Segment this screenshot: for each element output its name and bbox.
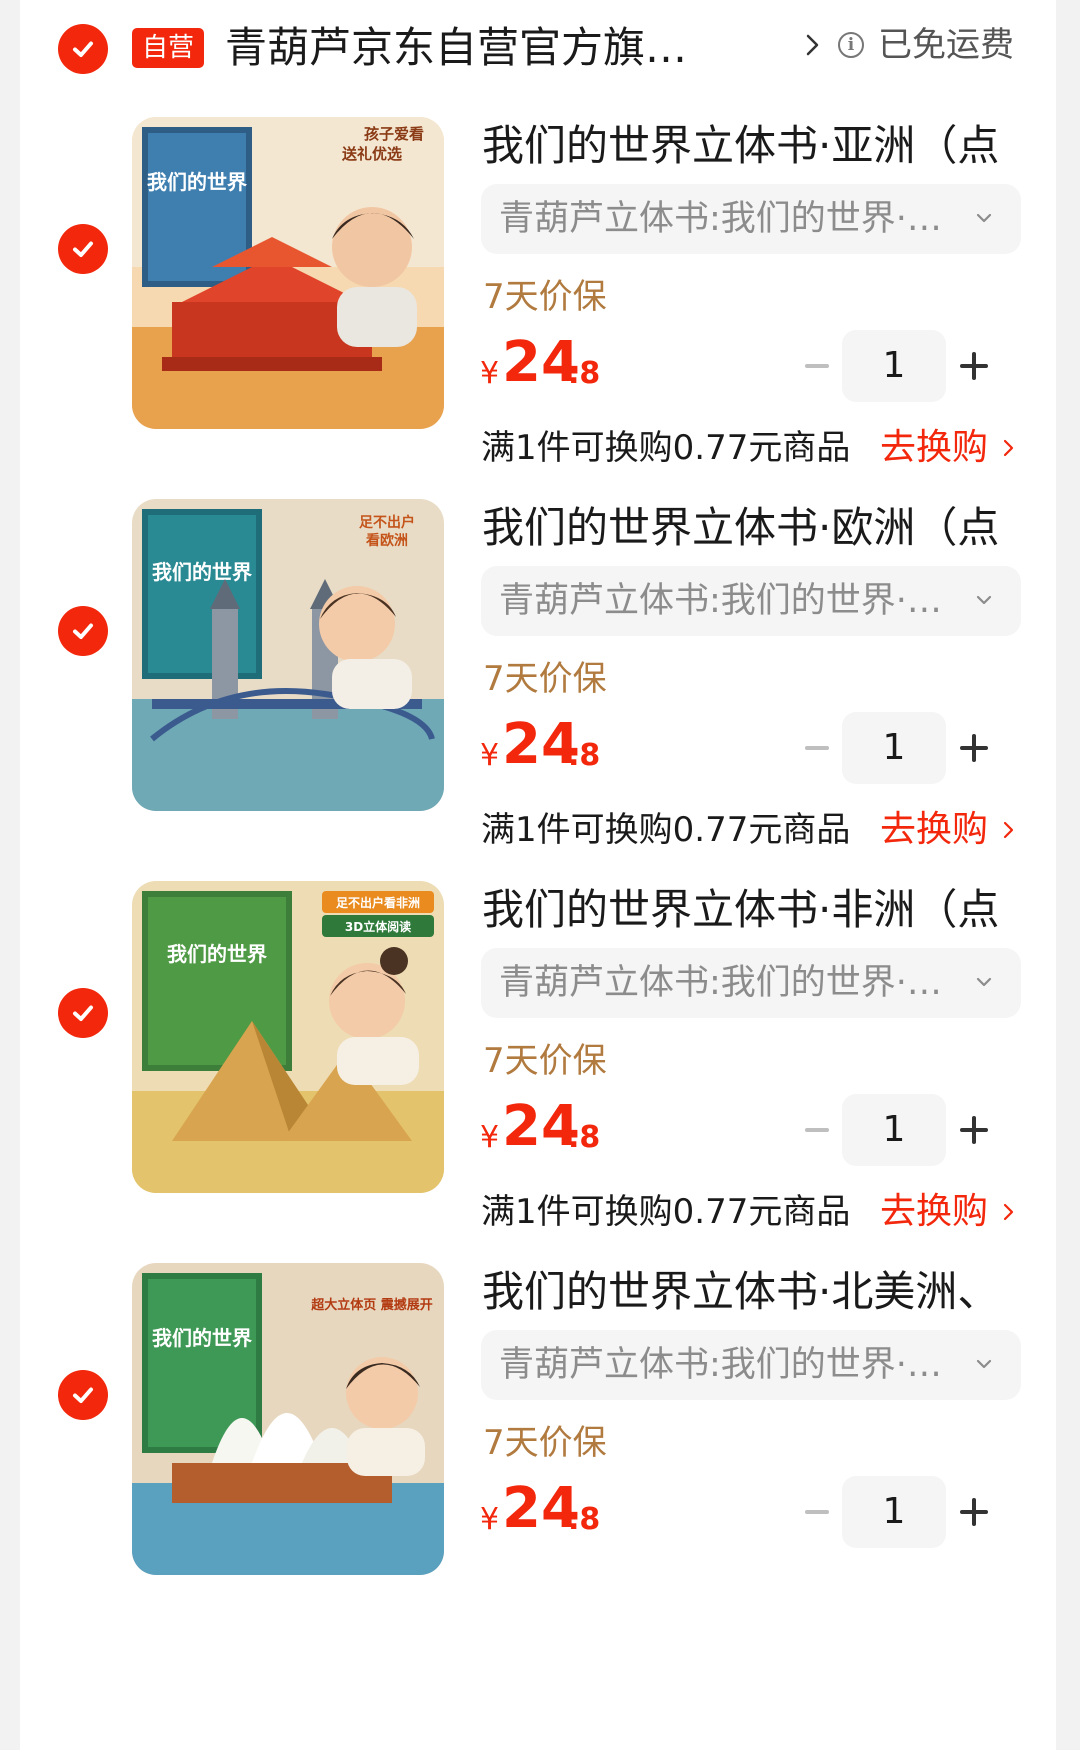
item-select-checkbox[interactable] bbox=[58, 224, 108, 274]
store-select-checkbox[interactable] bbox=[58, 24, 108, 74]
chevron-right-icon[interactable] bbox=[1003, 820, 1015, 840]
item-select-checkbox[interactable] bbox=[58, 606, 108, 656]
increase-quantity-button[interactable] bbox=[960, 352, 988, 380]
svg-text:足不出户: 足不出户 bbox=[359, 514, 415, 531]
chevron-right-icon[interactable] bbox=[1003, 1202, 1015, 1222]
quantity-input[interactable]: 1 bbox=[842, 330, 946, 402]
price-currency: ¥ bbox=[480, 1502, 500, 1537]
quantity-input[interactable]: 1 bbox=[842, 712, 946, 784]
product-image[interactable]: 我们的世界 足不出户看非洲 3D立体阅读 bbox=[132, 881, 444, 1193]
price-decimal: .8 bbox=[568, 356, 601, 391]
shipping-status: 已免运费 bbox=[878, 25, 1014, 65]
product-image[interactable]: 我们的世界 足不出户 看欧洲 bbox=[132, 499, 444, 811]
svg-text:看欧洲: 看欧洲 bbox=[365, 532, 408, 549]
item-select-checkbox[interactable] bbox=[58, 1370, 108, 1420]
chevron-down-icon bbox=[976, 213, 992, 223]
quantity-input[interactable]: 1 bbox=[842, 1476, 946, 1548]
checkmark-icon bbox=[73, 623, 93, 639]
cart-item: 我们的世界 孩子爱看 送礼优选 我们的世界立体书·亚洲（点 青葫芦立体书:我们的… bbox=[20, 82, 1056, 508]
checkmark-icon bbox=[73, 241, 93, 257]
svg-text:孩子爱看: 孩子爱看 bbox=[364, 125, 424, 143]
chevron-down-icon bbox=[976, 1359, 992, 1369]
product-image[interactable]: 我们的世界 孩子爱看 送礼优选 bbox=[132, 117, 444, 429]
price-currency: ¥ bbox=[480, 356, 500, 391]
spec-text: 青葫芦立体书:我们的世界·… bbox=[499, 581, 942, 621]
spec-text: 青葫芦立体书:我们的世界·… bbox=[499, 1345, 942, 1385]
spec-selector[interactable]: 青葫芦立体书:我们的世界·… bbox=[481, 184, 1021, 254]
book-cover-title: 我们的世界 bbox=[152, 560, 252, 584]
price-currency: ¥ bbox=[480, 1120, 500, 1155]
cart-store-card: 自营 青葫芦京东自营官方旗… i 已免运费 我们的世界 孩子爱看 送礼优选 我们… bbox=[20, 0, 1056, 1750]
checkmark-icon bbox=[73, 1387, 93, 1403]
price-decimal: .8 bbox=[568, 1502, 601, 1537]
quantity-input[interactable]: 1 bbox=[842, 1094, 946, 1166]
info-icon[interactable]: i bbox=[838, 32, 864, 58]
price-guarantee-tag: 7天价保 bbox=[483, 659, 607, 699]
decrease-quantity-button[interactable] bbox=[805, 1510, 829, 1514]
chevron-right-icon[interactable] bbox=[805, 30, 821, 60]
spec-text: 青葫芦立体书:我们的世界·… bbox=[499, 199, 942, 239]
cart-item: 我们的世界 超大立体页 震撼展开 我们的世界立体书·北美洲、 青葫芦立体书:我们… bbox=[20, 1228, 1056, 1654]
svg-text:足不出户看非洲: 足不出户看非洲 bbox=[336, 895, 420, 910]
self-operated-badge: 自营 bbox=[132, 28, 205, 68]
chevron-right-icon[interactable] bbox=[1003, 438, 1015, 458]
product-title[interactable]: 我们的世界立体书·亚洲（点 bbox=[482, 118, 1042, 174]
spec-text: 青葫芦立体书:我们的世界·… bbox=[499, 963, 942, 1003]
cart-item: 我们的世界 足不出户 看欧洲 我们的世界立体书·欧洲（点 青葫芦立体书:我们的世… bbox=[20, 464, 1056, 890]
chevron-down-icon bbox=[976, 595, 992, 605]
book-cover-title: 我们的世界 bbox=[152, 1326, 252, 1350]
price-decimal: .8 bbox=[568, 738, 601, 773]
price-decimal: .8 bbox=[568, 1120, 601, 1155]
price-currency: ¥ bbox=[480, 738, 500, 773]
product-image[interactable]: 我们的世界 超大立体页 震撼展开 bbox=[132, 1263, 444, 1575]
checkmark-icon bbox=[73, 1005, 93, 1021]
book-cover-title: 我们的世界 bbox=[167, 942, 267, 966]
increase-quantity-button[interactable] bbox=[960, 734, 988, 762]
svg-text:3D立体阅读: 3D立体阅读 bbox=[345, 919, 411, 934]
svg-text:超大立体页 震撼展开: 超大立体页 震撼展开 bbox=[311, 1297, 433, 1313]
price-guarantee-tag: 7天价保 bbox=[483, 1423, 607, 1463]
price-guarantee-tag: 7天价保 bbox=[483, 277, 607, 317]
product-title[interactable]: 我们的世界立体书·欧洲（点 bbox=[482, 500, 1042, 556]
product-title[interactable]: 我们的世界立体书·非洲（点 bbox=[482, 882, 1042, 938]
svg-text:送礼优选: 送礼优选 bbox=[341, 145, 402, 163]
checkmark-icon bbox=[73, 41, 93, 57]
cart-item: 我们的世界 足不出户看非洲 3D立体阅读 我们的世界立体书·非洲（点 青葫芦立体… bbox=[20, 846, 1056, 1272]
decrease-quantity-button[interactable] bbox=[805, 1128, 829, 1132]
increase-quantity-button[interactable] bbox=[960, 1498, 988, 1526]
increase-quantity-button[interactable] bbox=[960, 1116, 988, 1144]
price-guarantee-tag: 7天价保 bbox=[483, 1041, 607, 1081]
spec-selector[interactable]: 青葫芦立体书:我们的世界·… bbox=[481, 948, 1021, 1018]
spec-selector[interactable]: 青葫芦立体书:我们的世界·… bbox=[481, 566, 1021, 636]
item-select-checkbox[interactable] bbox=[58, 988, 108, 1038]
book-cover-title: 我们的世界 bbox=[147, 170, 247, 194]
store-name[interactable]: 青葫芦京东自营官方旗… bbox=[225, 20, 765, 76]
product-title[interactable]: 我们的世界立体书·北美洲、 bbox=[482, 1264, 1042, 1320]
decrease-quantity-button[interactable] bbox=[805, 364, 829, 368]
decrease-quantity-button[interactable] bbox=[805, 746, 829, 750]
chevron-down-icon bbox=[976, 977, 992, 987]
spec-selector[interactable]: 青葫芦立体书:我们的世界·… bbox=[481, 1330, 1021, 1400]
